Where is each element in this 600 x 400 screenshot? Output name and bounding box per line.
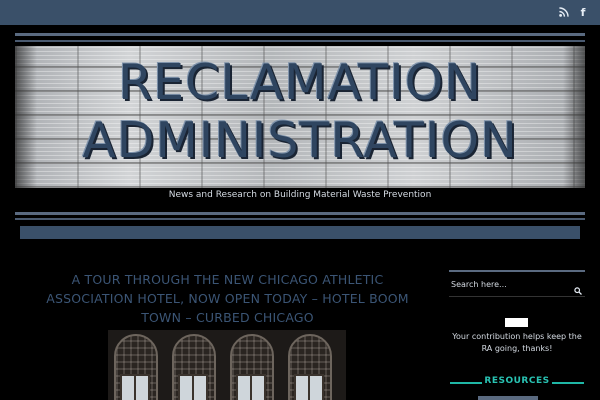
- resources-heading: RESOURCES: [484, 376, 550, 386]
- site-tagline: News and Research on Building Material W…: [168, 190, 432, 200]
- facebook-icon[interactable]: f: [577, 6, 589, 19]
- image-window: [178, 374, 208, 400]
- site-title-line1: RECLAMATION: [118, 54, 482, 111]
- divider-bottom: [15, 218, 585, 220]
- header-rules: [15, 33, 585, 42]
- image-window: [294, 374, 324, 400]
- search-icon[interactable]: [574, 280, 582, 295]
- search-underline: [449, 296, 585, 297]
- post-featured-image[interactable]: [108, 330, 346, 400]
- site-title-line2: ADMINISTRATION: [82, 112, 518, 169]
- sidebar-rule: [449, 270, 585, 272]
- resources-link[interactable]: [478, 396, 538, 400]
- site-banner[interactable]: RECLAMATION ADMINISTRATION: [15, 46, 585, 188]
- top-bar: f: [0, 0, 600, 25]
- donate-text: Your contribution helps keep the RA goin…: [452, 332, 582, 353]
- post-title-link[interactable]: A TOUR THROUGH THE NEW CHICAGO ATHLETIC …: [30, 270, 425, 327]
- header-rule-bottom: [15, 40, 585, 42]
- main-nav-bar[interactable]: [20, 226, 580, 239]
- image-window: [236, 374, 266, 400]
- divider-top: [15, 212, 585, 215]
- resources-line-right: [552, 382, 584, 384]
- search-input[interactable]: [449, 275, 569, 293]
- site-title[interactable]: RECLAMATION ADMINISTRATION: [15, 54, 585, 170]
- image-window: [120, 374, 150, 400]
- rss-icon[interactable]: [558, 6, 570, 18]
- header-rule-top: [15, 33, 585, 36]
- donate-button[interactable]: [505, 318, 528, 327]
